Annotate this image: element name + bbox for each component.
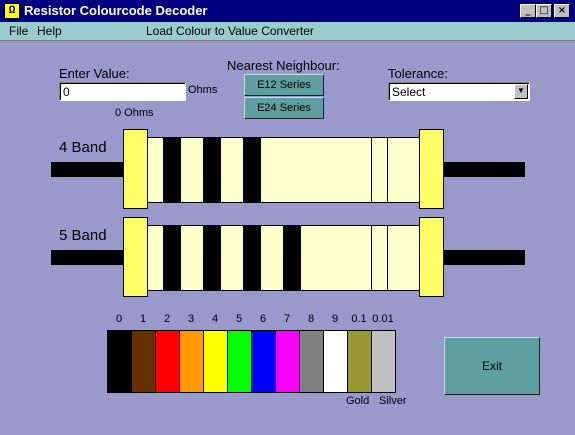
resistor-4-band-1[interactable] — [163, 138, 181, 202]
palette-label-11: 0.01 — [372, 313, 394, 325]
palette-label-7: 7 — [283, 313, 291, 325]
colour-swatch-2[interactable] — [155, 330, 180, 393]
palette-label-5: 5 — [235, 313, 243, 325]
colour-swatch-5[interactable] — [227, 330, 252, 393]
resistor-5-band-2[interactable] — [203, 226, 221, 290]
colour-swatch-8[interactable] — [299, 330, 324, 393]
colour-swatch-4[interactable] — [203, 330, 228, 393]
palette-label-10: 0.1 — [351, 313, 367, 325]
colour-swatch-9[interactable] — [323, 330, 348, 393]
tolerance-select[interactable]: Select ▼ — [388, 82, 530, 101]
colour-swatch-0[interactable] — [107, 330, 132, 393]
palette-label-0: 0 — [115, 313, 123, 325]
colour-swatch-11[interactable] — [371, 330, 396, 393]
colour-swatch-1[interactable] — [131, 330, 156, 393]
colour-swatch-10[interactable] — [347, 330, 372, 393]
resistor-5-left-cap — [123, 217, 148, 297]
resistor-4-band-5[interactable] — [387, 138, 388, 202]
resistor-5-band-4[interactable] — [283, 226, 301, 290]
resistor-5-band-3[interactable] — [243, 226, 261, 290]
menu-file[interactable]: File — [9, 24, 28, 38]
resistor-4-band-3[interactable] — [243, 138, 261, 202]
gold-label: Gold — [346, 395, 370, 407]
exit-button[interactable]: Exit — [444, 337, 540, 395]
resistor-5-right-cap — [419, 217, 444, 297]
tolerance-selected-value: Select — [392, 85, 426, 99]
resistor-5-band-6[interactable] — [387, 226, 388, 290]
palette-label-4: 4 — [211, 313, 219, 325]
resistor-4-body — [146, 137, 420, 203]
tolerance-label: Tolerance: — [388, 66, 448, 81]
resistor-4-band-4[interactable] — [371, 138, 372, 202]
e12-series-button[interactable]: E12 Series — [244, 74, 324, 96]
nearest-neighbour-label: Nearest Neighbour: — [227, 58, 340, 73]
e24-series-button[interactable]: E24 Series — [244, 97, 324, 119]
palette-label-8: 8 — [307, 313, 315, 325]
close-button[interactable]: × — [554, 4, 570, 18]
menu-bar: File Help Load Colour to Value Converter — [0, 22, 575, 41]
palette-label-9: 9 — [331, 313, 339, 325]
palette-label-3: 3 — [187, 313, 195, 325]
palette-label-2: 2 — [163, 313, 171, 325]
menu-help[interactable]: Help — [37, 24, 62, 38]
ohms-unit-label: Ohms — [188, 84, 218, 96]
resistor-5-band-5[interactable] — [371, 226, 372, 290]
ohms-readout: 0 Ohms — [115, 107, 154, 119]
silver-label: Silver — [379, 395, 407, 407]
colour-swatch-7[interactable] — [275, 330, 300, 393]
resistor-4-right-cap — [419, 129, 444, 209]
chevron-down-icon[interactable]: ▼ — [514, 84, 528, 99]
minimize-button[interactable]: _ — [520, 4, 536, 18]
five-band-label: 5 Band — [59, 227, 107, 244]
maximize-button[interactable]: □ — [536, 4, 552, 18]
palette-label-6: 6 — [259, 313, 267, 325]
app-icon: Ω — [4, 3, 20, 19]
enter-value-label: Enter Value: — [59, 66, 130, 81]
window-title: Resistor Colourcode Decoder — [24, 3, 208, 18]
four-band-label: 4 Band — [59, 139, 107, 156]
colour-swatch-3[interactable] — [179, 330, 204, 393]
title-bar: Ω Resistor Colourcode Decoder _ □ × — [0, 0, 575, 22]
value-input[interactable]: 0 — [59, 82, 186, 101]
resistor-4-band-2[interactable] — [203, 138, 221, 202]
menu-load-converter[interactable]: Load Colour to Value Converter — [146, 24, 314, 38]
palette-label-1: 1 — [139, 313, 147, 325]
resistor-5-band-1[interactable] — [163, 226, 181, 290]
resistor-4-left-cap — [123, 129, 148, 209]
colour-swatch-6[interactable] — [251, 330, 276, 393]
